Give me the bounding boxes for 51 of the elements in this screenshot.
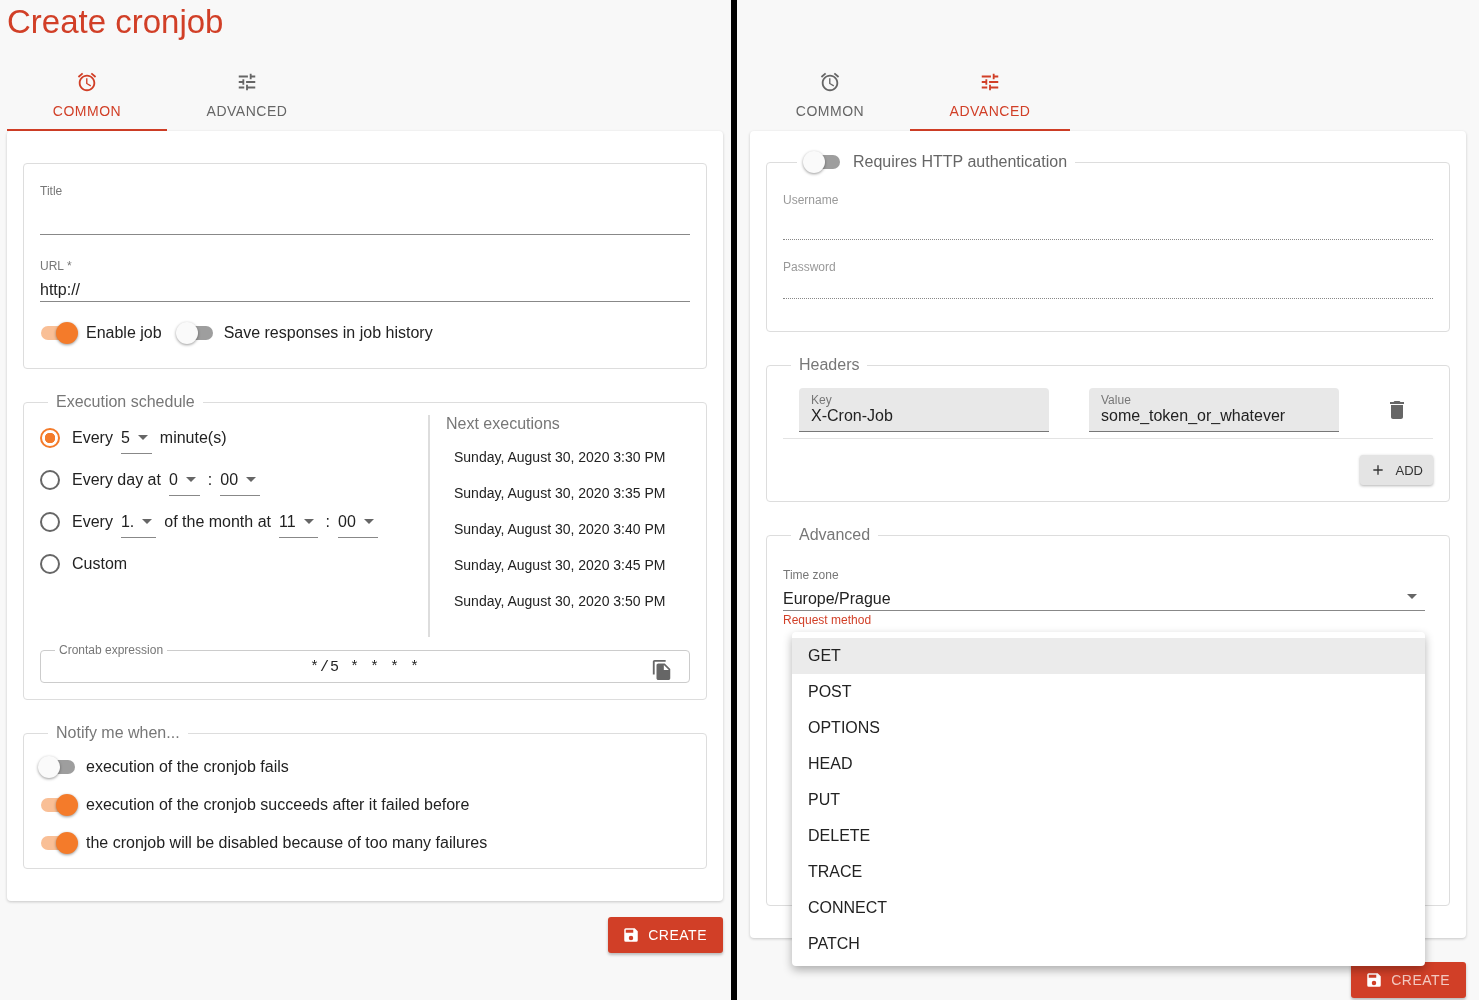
menu-item[interactable]: PATCH	[792, 926, 1425, 962]
toggle-label: the cronjob will be disabled because of too many failures	[86, 834, 488, 852]
option-label: of the month at	[164, 513, 271, 531]
select-field[interactable]: 1.	[120, 512, 157, 538]
menu-item[interactable]: DELETE	[792, 818, 1425, 854]
option-label: Custom	[72, 555, 128, 573]
section-legend: Execution schedule	[48, 393, 203, 411]
option-label: :	[325, 513, 331, 531]
section-legend: Requires HTTP authentication	[853, 153, 1068, 171]
text-field[interactable]: URL * http://	[40, 255, 690, 302]
select-field[interactable]: 5	[120, 428, 152, 454]
execution-time: Sunday, August 30, 2020 3:40 PM	[454, 521, 666, 539]
execution-time: Sunday, August 30, 2020 3:35 PM	[454, 485, 666, 503]
option-label: Every day at	[72, 471, 161, 489]
crontab-field[interactable]: Crontab expression */5 * * * *	[40, 643, 690, 683]
text-field[interactable]: Key X-Cron-Job	[799, 388, 1049, 432]
add-button[interactable]: ADD	[1359, 455, 1433, 485]
option-label: Every	[72, 429, 113, 447]
field-label: Request method	[783, 613, 873, 627]
toggle-label: Save responses in job history	[223, 324, 433, 342]
menu-item[interactable]: CONNECT	[792, 890, 1425, 926]
toggle-label: execution of the cronjob succeeds after it failed before	[86, 796, 470, 814]
page-title: Create cronjob	[7, 2, 224, 42]
menu-item[interactable]: HEAD	[792, 746, 1425, 782]
section-legend: Notify me when...	[48, 724, 188, 742]
menu-item[interactable]: GET	[792, 638, 1425, 674]
select-field[interactable]: 0	[168, 470, 200, 496]
execution-time: Sunday, August 30, 2020 3:30 PM	[454, 449, 666, 467]
toggle-label: execution of the cronjob fails	[86, 758, 289, 776]
section-legend: Headers	[791, 356, 868, 374]
section-legend: Advanced	[791, 526, 879, 544]
create-button[interactable]: CREATE	[608, 917, 723, 953]
menu-item[interactable]: PUT	[792, 782, 1425, 818]
select-field[interactable]: 00	[338, 512, 378, 538]
option-label: :	[207, 471, 213, 489]
option-label: Every	[72, 513, 113, 531]
menu-item[interactable]: TRACE	[792, 854, 1425, 890]
tab[interactable]: ADVANCED	[167, 62, 327, 131]
execution-time: Sunday, August 30, 2020 3:50 PM	[454, 593, 666, 611]
text-field[interactable]: Value some_token_or_whatever	[1089, 388, 1339, 432]
toggle-label: Enable job	[86, 324, 162, 342]
next-executions-heading: Next executions	[446, 415, 561, 433]
option-label: minute(s)	[159, 429, 227, 447]
text-field[interactable]: Title	[40, 180, 690, 235]
select-field[interactable]: Time zone Europe/Prague	[783, 564, 1425, 611]
select-field[interactable]: 00	[220, 470, 261, 496]
tab[interactable]: COMMON	[750, 62, 910, 131]
menu-item[interactable]: OPTIONS	[792, 710, 1425, 746]
select-field[interactable]: 11	[279, 512, 318, 538]
menu-item[interactable]: POST	[792, 674, 1425, 710]
execution-time: Sunday, August 30, 2020 3:45 PM	[454, 557, 666, 575]
